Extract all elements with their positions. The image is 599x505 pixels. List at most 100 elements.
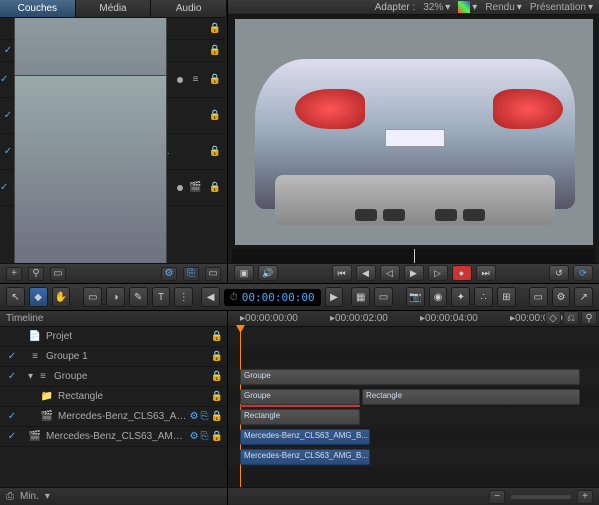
keyframe-button[interactable]: ◇ <box>545 311 561 325</box>
play-button[interactable]: ▶ <box>404 265 424 281</box>
timeline-row[interactable]: ✓≡Groupe 1🔒 <box>0 347 227 367</box>
timeline-clip[interactable]: Rectangle <box>362 389 580 405</box>
link-button[interactable]: ⎘ <box>183 267 199 281</box>
lock-icon[interactable]: 🔒 <box>211 391 223 402</box>
lock-icon[interactable]: 🔒 <box>211 431 223 442</box>
lock-icon[interactable]: 🔒 <box>211 371 223 382</box>
zoom-in-button[interactable]: + <box>577 490 593 504</box>
pan-tool[interactable]: ✋ <box>52 287 71 307</box>
visibility-checkbox[interactable]: ✓ <box>4 431 20 442</box>
link-icon[interactable]: ⎘ <box>201 411 209 422</box>
time-ruler[interactable]: ▸00:00:00:00▸00:00:02:00▸00:00:04:00▸00:… <box>228 311 599 327</box>
tc-prev[interactable]: ◀ <box>201 287 220 307</box>
visibility-checkbox[interactable]: ✓ <box>4 411 20 422</box>
group-button[interactable]: ▭ <box>205 267 221 281</box>
library-button[interactable]: ▭ <box>374 287 393 307</box>
zoom-out-button[interactable]: − <box>489 490 505 504</box>
enable-dot[interactable] <box>177 185 183 191</box>
light-button[interactable]: ◉ <box>429 287 448 307</box>
tc-next[interactable]: ▶ <box>325 287 344 307</box>
gear-icon[interactable]: ⚙ <box>190 411 199 422</box>
prev-frame-button[interactable]: ◀ <box>356 265 376 281</box>
replicator-button[interactable]: ⊞ <box>497 287 516 307</box>
transform-tool[interactable]: ◆ <box>29 287 48 307</box>
generator-button[interactable]: ✦ <box>451 287 470 307</box>
hud-button[interactable]: ▦ <box>351 287 370 307</box>
refresh-button[interactable]: ⟳ <box>573 265 593 281</box>
go-end-button[interactable]: ⏭ <box>476 265 496 281</box>
mini-timeline[interactable] <box>232 249 595 262</box>
mode-chevron-icon[interactable]: ▾ <box>45 491 50 502</box>
timeline-clip[interactable]: Mercedes-Benz_CLS63_AMG_B... <box>240 449 370 465</box>
pen-tool[interactable]: ✎ <box>129 287 148 307</box>
lock-icon[interactable]: 🔒 <box>211 351 223 362</box>
lock-icon[interactable]: 🔒 <box>209 45 221 56</box>
lock-icon[interactable]: 🔒 <box>209 74 221 85</box>
link-icon[interactable]: ⎘ <box>201 431 209 442</box>
gear-icon[interactable]: ⚙ <box>190 431 199 442</box>
timeline-clip[interactable]: Rectangle <box>240 409 360 425</box>
visibility-checkbox[interactable]: ✓ <box>0 74 8 85</box>
tab-media[interactable]: Média <box>76 0 152 17</box>
lock-icon[interactable]: 🔒 <box>209 182 221 193</box>
zoom-slider[interactable] <box>511 495 571 499</box>
go-start-button[interactable]: ⏮ <box>332 265 352 281</box>
shape-tool[interactable]: ⋮ <box>174 287 193 307</box>
timeline-row-name[interactable]: Rectangle <box>58 391 209 402</box>
enable-dot[interactable] <box>177 77 183 83</box>
mode-icon[interactable]: ⎙ <box>6 491 14 502</box>
timeline-row[interactable]: 📄Projet🔒 <box>0 327 227 347</box>
timeline-row[interactable]: ✓🎬Mercedes-Benz_CLS63_AMG_Beautiful...⚙⎘… <box>0 427 227 447</box>
range-marker[interactable] <box>240 405 360 407</box>
camera-button[interactable]: 📷 <box>406 287 425 307</box>
timeline-row[interactable]: 📁Rectangle🔒 <box>0 387 227 407</box>
lock-icon[interactable]: 🔒 <box>211 331 223 342</box>
timeline-row-name[interactable]: Groupe <box>54 371 209 382</box>
gear-button[interactable]: ⚙ <box>161 267 177 281</box>
rect-tool[interactable]: ▭ <box>83 287 102 307</box>
select-tool[interactable]: ↖ <box>6 287 25 307</box>
tracks-area[interactable]: GroupeGroupeRectangleRectangleMercedes-B… <box>228 327 599 487</box>
record-button[interactable]: ● <box>452 265 472 281</box>
layer-row[interactable]: ✓🎬Mercedes-Benz_CL...🔒 <box>0 170 227 206</box>
snap-button[interactable]: ⎌ <box>563 311 579 325</box>
render-menu[interactable]: Rendu ▾ <box>485 2 522 13</box>
visibility-checkbox[interactable]: ✓ <box>4 371 20 382</box>
mode-label[interactable]: Min. <box>20 491 39 502</box>
lock-icon[interactable]: 🔒 <box>209 110 221 121</box>
view-menu[interactable]: Présentation ▾ <box>530 2 593 13</box>
share-button[interactable]: ↗ <box>574 287 593 307</box>
timeline-clip[interactable]: Mercedes-Benz_CLS63_AMG_B... <box>240 429 370 445</box>
play-backward-button[interactable]: ◁ <box>380 265 400 281</box>
filter-button[interactable]: ▭ <box>50 267 66 281</box>
filter-add-button[interactable]: ▭ <box>529 287 548 307</box>
zoom-menu[interactable]: 32% ▾ <box>423 2 450 13</box>
timeline-row-name[interactable]: Groupe 1 <box>46 351 209 362</box>
text-tool[interactable]: T <box>152 287 171 307</box>
timeline-row-name[interactable]: Mercedes-Benz_CLS63_AMG_Beautiful... <box>46 431 188 442</box>
tl-search-button[interactable]: ⚲ <box>581 311 597 325</box>
canvas[interactable] <box>228 15 599 249</box>
disclosure-icon[interactable]: ▾ <box>28 371 33 382</box>
search-button[interactable]: ⚲ <box>28 267 44 281</box>
timeline-clip[interactable]: Groupe <box>240 389 360 405</box>
visibility-checkbox[interactable]: ✓ <box>0 182 8 193</box>
timeline-clip[interactable]: Groupe <box>240 369 580 385</box>
timeline-row-name[interactable]: Mercedes-Benz_CLS63_AMG_... <box>58 411 188 422</box>
behavior-button[interactable]: ⚙ <box>552 287 571 307</box>
add-button[interactable]: + <box>6 267 22 281</box>
lock-icon[interactable]: 🔒 <box>209 23 221 34</box>
timeline-row[interactable]: ✓🎬Mercedes-Benz_CLS63_AMG_...⚙⎘🔒 <box>0 407 227 427</box>
lock-icon[interactable]: 🔒 <box>211 411 223 422</box>
timecode-display[interactable]: ⏱ 00:00:00:00 <box>224 289 321 306</box>
tab-layers[interactable]: Couches <box>0 0 76 17</box>
camera-icon[interactable]: ▣ <box>234 265 254 281</box>
lock-icon[interactable]: 🔒 <box>209 146 221 157</box>
timeline-row-name[interactable]: Projet <box>46 331 209 342</box>
visibility-checkbox[interactable]: ✓ <box>4 351 20 362</box>
next-frame-button[interactable]: ▷ <box>428 265 448 281</box>
tab-audio[interactable]: Audio <box>151 0 227 17</box>
volume-icon[interactable]: 🔊 <box>258 265 278 281</box>
color-swatch[interactable]: ▾ <box>458 1 477 13</box>
timeline-row[interactable]: ✓▾≡Groupe🔒 <box>0 367 227 387</box>
